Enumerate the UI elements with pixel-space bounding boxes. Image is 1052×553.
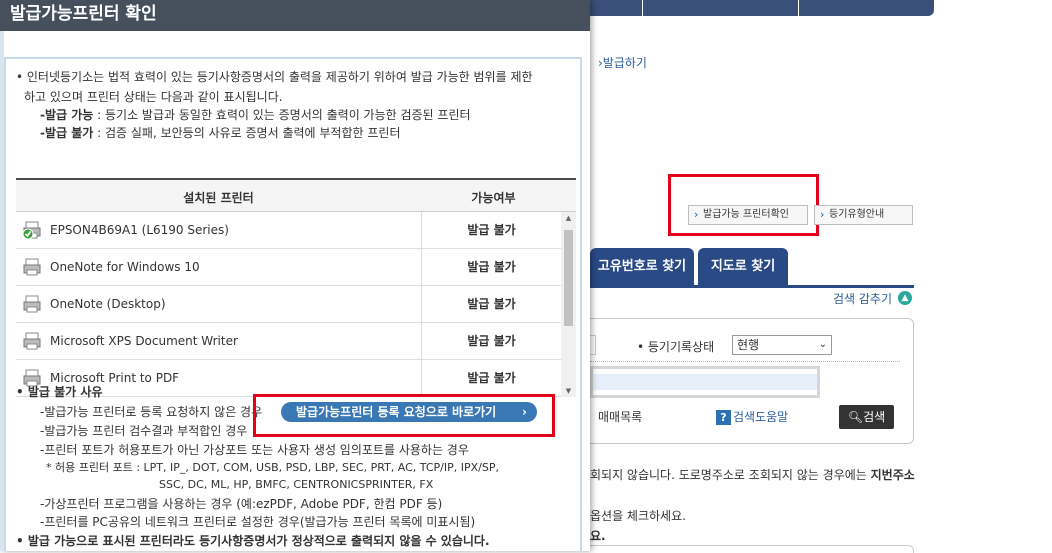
printer-name: OneNote (Desktop) xyxy=(50,297,166,311)
reason-3: -프린터 포트가 허용포트가 아닌 가상포트 또는 사용자 생성 임의포트를 사… xyxy=(40,443,469,457)
printer-table-body[interactable]: EPSON4B69A1 (L6190 Series) 발급 불가 OneNote… xyxy=(16,212,576,397)
printer-status: 발급 불가 xyxy=(421,212,561,249)
nav-divider xyxy=(798,0,799,16)
printer-icon xyxy=(23,295,41,313)
printer-status: 발급 불가 xyxy=(421,323,561,360)
intro-line-1: • 인터넷등기소는 법적 효력이 있는 등기사항증명서의 출력을 제공하기 위하… xyxy=(16,70,533,84)
nav-divider xyxy=(642,0,643,16)
notice-bold-text: 지번주소 xyxy=(870,468,915,482)
panel-edge xyxy=(590,545,914,553)
def-unavailable: -발급 불가 : 검증 실패, 보안등의 사유로 증명서 출력에 부적합한 프린… xyxy=(40,123,400,143)
table-row[interactable]: OneNote (Desktop) 발급 불가 xyxy=(16,286,561,323)
reason-4: -가상프린터 프로그램을 사용하는 경우 (예:ezPDF, Adobe PDF… xyxy=(40,497,443,511)
scroll-down-icon[interactable]: ▼ xyxy=(564,387,573,395)
printer-name: OneNote for Windows 10 xyxy=(50,260,200,274)
printer-status: 발급 불가 xyxy=(421,360,561,397)
table-row[interactable]: Microsoft XPS Document Writer 발급 불가 xyxy=(16,323,561,360)
printer-check-popup: 발급가능프린터 확인 • 인터넷등기소는 법적 효력이 있는 등기사항증명서의 … xyxy=(0,0,590,551)
popup-content: • 인터넷등기소는 법적 효력이 있는 등기사항증명서의 출력을 제공하기 위하… xyxy=(4,57,582,551)
tab-underline xyxy=(590,285,914,288)
register-printer-request-button[interactable]: 발급가능프린터 등록 요청으로 바로가기 › xyxy=(281,402,537,422)
reason-5: -프린터를 PC공유의 네트워크 프린터로 설정한 경우(발급가능 프린터 목록… xyxy=(40,515,476,529)
printer-name: EPSON4B69A1 (L6190 Series) xyxy=(50,223,229,237)
hide-search-link[interactable]: 검색 감추기 xyxy=(833,290,892,307)
default-printer-check-icon xyxy=(22,221,41,240)
check-printer-button[interactable]: 발급가능 프린터확인 xyxy=(688,205,808,225)
search-icon: 🔍︎ xyxy=(847,410,864,424)
popup-body: • 인터넷등기소는 법적 효력이 있는 등기사항증명서의 출력을 제공하기 위하… xyxy=(0,31,590,551)
def-unavailable-text: : 검증 실패, 보안등의 사유로 증명서 출력에 부적합한 프린터 xyxy=(93,126,401,140)
warning-note: • 발급 가능으로 표시된 프린터라도 등기사항증명서가 정상적으로 출력되지 … xyxy=(16,534,490,548)
col-printer: 설치된 프린터 xyxy=(183,191,254,205)
top-navigation-bar xyxy=(590,0,934,16)
scroll-thumb[interactable] xyxy=(564,230,573,326)
printer-name: Microsoft XPS Document Writer xyxy=(50,334,238,348)
tab-unique-number[interactable]: 고유번호로 찾기 xyxy=(590,248,694,286)
printer-icon xyxy=(23,258,41,276)
input-highlight xyxy=(593,374,817,390)
table-scrollbar[interactable]: ▲ ▼ xyxy=(561,212,576,397)
chevron-right-icon: › xyxy=(522,405,527,419)
text-input-edge[interactable] xyxy=(590,335,596,355)
scroll-up-icon[interactable]: ▲ xyxy=(564,214,573,222)
reasons-title: • 발급 불가 사유 xyxy=(16,385,103,399)
table-row[interactable]: EPSON4B69A1 (L6190 Series) 발급 불가 xyxy=(16,212,561,249)
intro-line-2: 하고 있으며 프린터 상태는 다음과 같이 표시됩니다. xyxy=(24,90,283,104)
question-icon: ? xyxy=(716,410,731,425)
notice-line-2: 옵션을 체크하세요. xyxy=(590,509,686,523)
printer-status: 발급 불가 xyxy=(421,249,561,286)
def-available-text: : 등기소 발급과 동일한 효력이 있는 증명서의 출력이 가능한 검증된 프린… xyxy=(93,108,471,122)
reason-2: -발급가능 프린터 검수결과 부적합인 경우 xyxy=(40,424,248,438)
notice-line-3: 요. xyxy=(590,529,606,543)
address-search-input[interactable] xyxy=(590,366,820,398)
def-available-label: -발급 가능 xyxy=(40,108,94,122)
def-unavailable-label: -발급 불가 xyxy=(40,126,94,140)
search-help-label: 검색도움말 xyxy=(733,410,789,424)
notice-line-1: 회되지 않습니다. 도로명주소로 조회되지 않는 경우에는 지번주소 xyxy=(590,466,915,483)
table-row[interactable]: OneNote for Windows 10 발급 불가 xyxy=(16,249,561,286)
registry-type-guide-button[interactable]: 등기유형안내 xyxy=(814,205,913,225)
chevron-down-icon: ⌄ xyxy=(818,339,827,350)
search-button-label: 검색 xyxy=(863,410,886,424)
printer-status: 발급 불가 xyxy=(421,286,561,323)
trade-list-label[interactable]: 매매목록 xyxy=(598,408,642,425)
notice-text: 회되지 않습니다. 도로명주소로 조회되지 않는 경우에는 xyxy=(590,468,871,482)
divider xyxy=(590,361,900,362)
allowed-ports-line-2: SSC, DC, ML, HP, BMFC, CENTRONICSPRINTER… xyxy=(159,478,434,491)
record-status-value: 현행 xyxy=(737,338,760,352)
reason-1: -발급가능 프린터로 등록 요청하지 않은 경우 xyxy=(40,405,263,419)
register-button-label: 발급가능프린터 등록 요청으로 바로가기 xyxy=(296,405,497,419)
record-status-label: • 등기기록상태 xyxy=(637,340,715,354)
popup-title: 발급가능프린터 확인 xyxy=(0,0,590,31)
def-available: -발급 가능 : 등기소 발급과 동일한 효력이 있는 증명서의 출력이 가능한… xyxy=(40,105,471,125)
chevron-up-icon[interactable]: ▲ xyxy=(898,291,912,305)
search-button[interactable]: 🔍︎검색 xyxy=(839,405,894,429)
search-help-button[interactable]: ? 검색도움말 xyxy=(716,408,788,425)
record-status-select[interactable]: 현행 ⌄ xyxy=(732,335,832,355)
tab-map-search[interactable]: 지도로 찾기 xyxy=(698,248,788,286)
printer-icon xyxy=(23,332,41,350)
breadcrumb[interactable]: ›발급하기 xyxy=(598,54,647,71)
printer-table-header: 설치된 프린터 가능여부 xyxy=(16,178,576,212)
col-status: 가능여부 xyxy=(471,191,516,205)
